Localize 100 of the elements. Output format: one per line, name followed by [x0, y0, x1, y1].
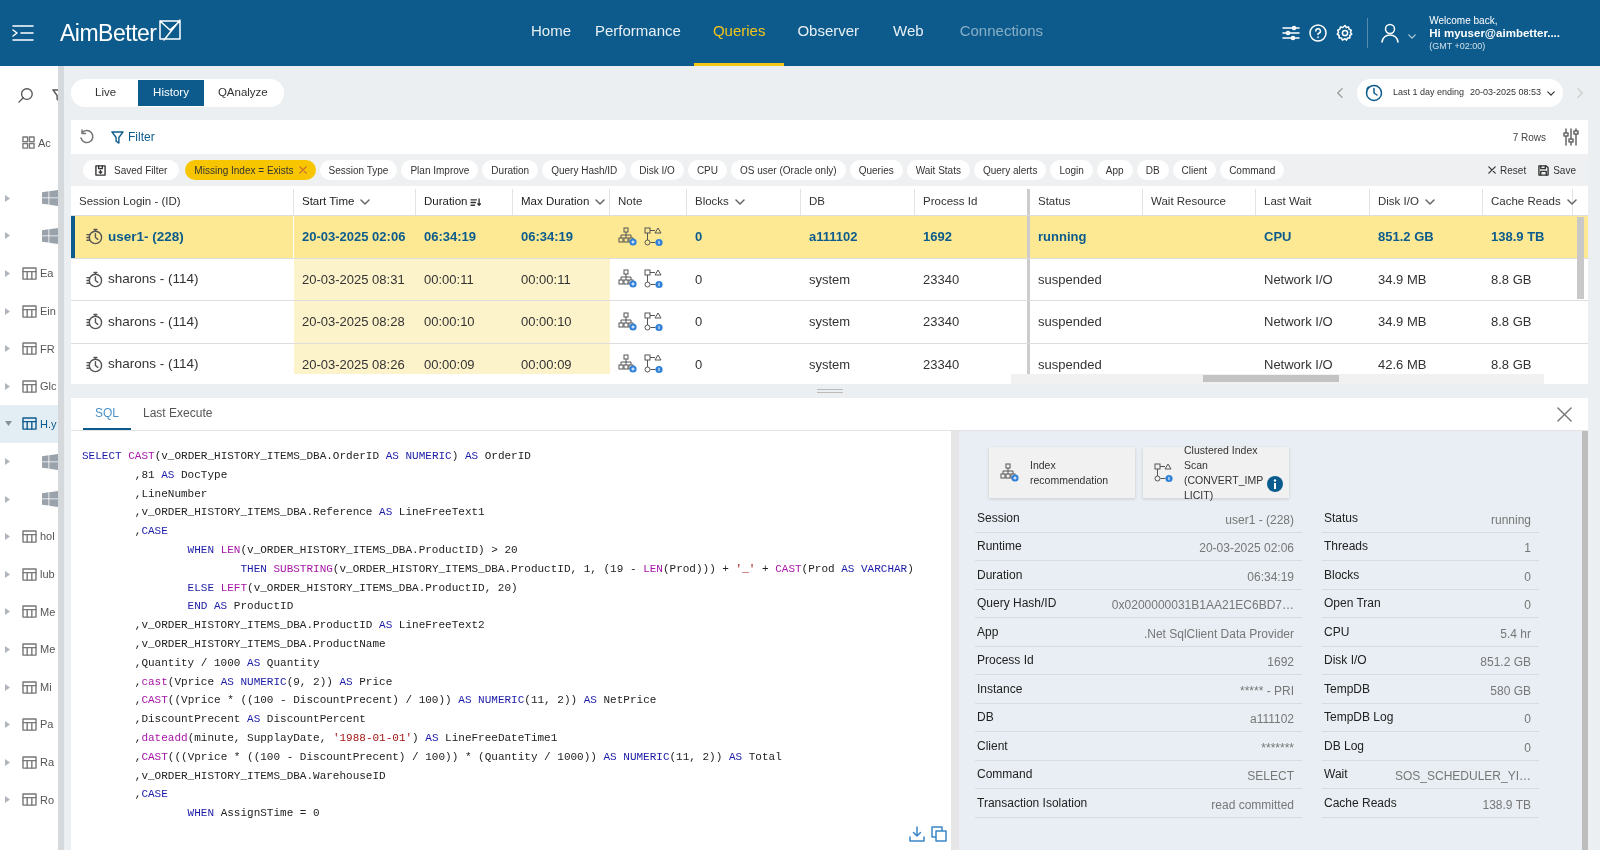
- chevron-down-icon[interactable]: [595, 199, 606, 205]
- sidebar-item[interactable]: Ein: [0, 292, 58, 330]
- filter-chip[interactable]: App: [1096, 160, 1133, 180]
- resize-handle[interactable]: [816, 389, 843, 393]
- index-icon[interactable]: [618, 354, 638, 374]
- sidebar-item[interactable]: Mi: [0, 668, 58, 706]
- expand-icon[interactable]: [5, 533, 11, 541]
- filter-chip[interactable]: Login: [1050, 160, 1093, 180]
- sidebar-item[interactable]: lub: [0, 555, 58, 594]
- filter-chip[interactable]: Command: [1220, 160, 1285, 180]
- column-settings-icon[interactable]: [1562, 128, 1580, 146]
- close-icon[interactable]: [1557, 406, 1572, 422]
- sidebar-item[interactable]: Me: [0, 630, 58, 669]
- expand-icon[interactable]: [5, 270, 11, 278]
- date-range-button[interactable]: Last 1 day ending 20-03-2025 08:53: [1356, 79, 1563, 107]
- nav-tab[interactable]: Web: [882, 0, 935, 66]
- info-icon[interactable]: [1267, 476, 1283, 492]
- expand-icon[interactable]: [5, 345, 11, 353]
- expand-icon[interactable]: [5, 495, 11, 503]
- nav-tab[interactable]: Queries: [693, 0, 785, 66]
- previous-icon[interactable]: [1335, 87, 1343, 99]
- column-header[interactable]: Cache Reads: [1483, 189, 1573, 215]
- filter-chip[interactable]: Missing Index = Exists: [185, 160, 316, 180]
- index-icon[interactable]: [618, 226, 638, 247]
- plan-icon[interactable]: [644, 269, 664, 290]
- chevron-down-icon[interactable]: [360, 199, 371, 205]
- expand-icon[interactable]: [5, 307, 11, 315]
- expand-icon[interactable]: [5, 570, 11, 578]
- filter-chip[interactable]: Plan Improve: [401, 160, 479, 180]
- sidebar-item[interactable]: FR: [0, 329, 58, 368]
- filter-chip[interactable]: Wait Stats: [906, 160, 970, 180]
- sidebar-item[interactable]: H.y: [0, 405, 58, 443]
- column-header[interactable]: Blocks: [687, 189, 801, 215]
- table-row[interactable]: sharons - (114) 20-03-2025 08:28 00:00:10 00:00:10 0 system 23340 suspended Network I/O 34.9 MB 8.8 GB: [71, 301, 1588, 344]
- filter-chip[interactable]: Duration: [482, 160, 539, 180]
- expand-icon[interactable]: [5, 194, 11, 202]
- column-header[interactable]: Last Wait: [1256, 189, 1370, 215]
- sidebar-item[interactable]: Glc: [0, 367, 58, 406]
- index-icon[interactable]: [618, 269, 638, 290]
- filter-button[interactable]: Filter: [111, 128, 155, 146]
- save-button[interactable]: Save: [1538, 162, 1576, 178]
- scrollbar-thumb[interactable]: [1577, 217, 1584, 299]
- download-icon[interactable]: [909, 826, 925, 842]
- filter-chip[interactable]: Queries: [849, 160, 903, 180]
- sidebar-item[interactable]: Ro: [0, 781, 58, 819]
- nav-tab[interactable]: Observer: [786, 0, 871, 66]
- recommendation-card[interactable]: Index recommendation: [989, 447, 1135, 498]
- filter-chip[interactable]: OS user (Oracle only): [731, 160, 846, 180]
- menu-icon[interactable]: [12, 25, 34, 41]
- filter-chip[interactable]: Saved Filter: [83, 160, 180, 180]
- expand-icon[interactable]: [5, 232, 11, 240]
- column-header[interactable]: Duration: [416, 189, 513, 215]
- refresh-icon[interactable]: [79, 129, 95, 145]
- nav-tab[interactable]: Performance: [584, 0, 692, 66]
- expand-icon[interactable]: [5, 758, 11, 766]
- index-icon[interactable]: [618, 311, 638, 332]
- search-icon[interactable]: [18, 87, 34, 103]
- expand-icon[interactable]: [5, 458, 11, 466]
- sidebar-item[interactable]: Me: [0, 593, 58, 631]
- sidebar-item[interactable]: Ra: [0, 743, 58, 782]
- column-header[interactable]: Max Duration: [513, 189, 610, 215]
- filter-chip[interactable]: Query Hash/ID: [542, 160, 627, 180]
- filter-chip[interactable]: Query alerts: [973, 160, 1047, 180]
- table-row[interactable]: user1- (228) 20-03-2025 02:06 06:34:19 06:34:19 0 a111102 1692 running CPU 851.2 GB 138.9 TB: [71, 216, 1588, 259]
- detail-tab[interactable]: SQL: [83, 398, 131, 430]
- mode-tab[interactable]: QAnalyze: [203, 80, 282, 106]
- chevron-down-icon[interactable]: [1424, 199, 1435, 205]
- chevron-down-icon[interactable]: [1566, 199, 1577, 205]
- sidebar-item[interactable]: Ea: [0, 254, 58, 293]
- column-header[interactable]: Status: [1030, 189, 1143, 215]
- expand-icon[interactable]: [5, 796, 11, 804]
- table-row[interactable]: sharons - (114) 20-03-2025 08:31 00:00:11 00:00:11 0 system 23340 suspended Network I/O 34.9 MB 8.8 GB: [71, 258, 1588, 301]
- mode-tab[interactable]: Live: [73, 80, 139, 106]
- remove-icon[interactable]: [298, 166, 307, 174]
- reset-button[interactable]: Reset: [1488, 162, 1527, 178]
- expand-icon[interactable]: [5, 608, 11, 616]
- plan-icon[interactable]: [644, 226, 664, 247]
- help-icon[interactable]: [1309, 24, 1328, 42]
- detail-tab[interactable]: Last Execute: [131, 398, 225, 430]
- copy-icon[interactable]: [931, 826, 947, 842]
- scrollbar-thumb[interactable]: [1203, 375, 1339, 382]
- plan-icon[interactable]: [644, 354, 664, 374]
- scrollbar-track[interactable]: [1011, 374, 1544, 384]
- expand-icon[interactable]: [5, 683, 11, 691]
- column-header[interactable]: Wait Resource: [1143, 189, 1256, 215]
- expand-icon[interactable]: [5, 382, 11, 390]
- column-header[interactable]: DB: [801, 189, 915, 215]
- sidebar-item[interactable]: hol: [0, 517, 58, 556]
- expand-icon[interactable]: [5, 646, 11, 653]
- expand-icon[interactable]: [5, 721, 11, 729]
- column-header[interactable]: Disk I/O: [1370, 189, 1483, 215]
- column-header[interactable]: Note: [610, 189, 687, 215]
- filter-chip[interactable]: Session Type: [319, 160, 398, 180]
- caret-icon[interactable]: [1408, 33, 1417, 39]
- nav-tab[interactable]: Home: [520, 0, 582, 66]
- sidebar-item[interactable]: Pa: [0, 705, 58, 744]
- chevron-down-icon[interactable]: [734, 199, 745, 205]
- filter-chip[interactable]: DB: [1136, 160, 1169, 180]
- mode-tab[interactable]: History: [138, 80, 204, 106]
- plan-icon[interactable]: [644, 311, 664, 332]
